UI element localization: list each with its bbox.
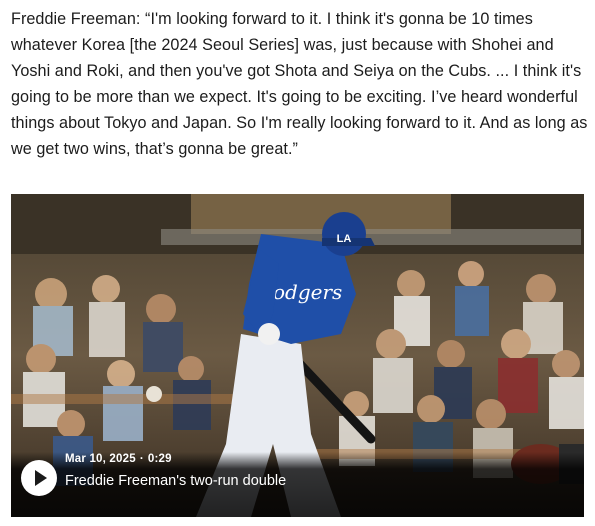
meta-separator: · (139, 453, 144, 465)
helmet-logo: LA (337, 233, 352, 245)
video-duration: 0:29 (147, 453, 172, 465)
play-icon (34, 470, 47, 486)
video-date: Mar 10, 2025 (65, 453, 136, 465)
article-content: Freddie Freeman: “I'm looking forward to… (0, 0, 595, 526)
video-meta: Mar 10, 2025 · 0:29 (65, 453, 172, 465)
video-title[interactable]: Freddie Freeman's two-run double (65, 473, 286, 489)
play-button[interactable] (21, 460, 57, 496)
quote-paragraph: Freddie Freeman: “I'm looking forward to… (11, 10, 588, 158)
video-player[interactable]: odgers LA Mar 10, 2025 · 0:29 Freddie Free… (11, 194, 584, 517)
jersey-wordmark: odgers (273, 280, 342, 304)
